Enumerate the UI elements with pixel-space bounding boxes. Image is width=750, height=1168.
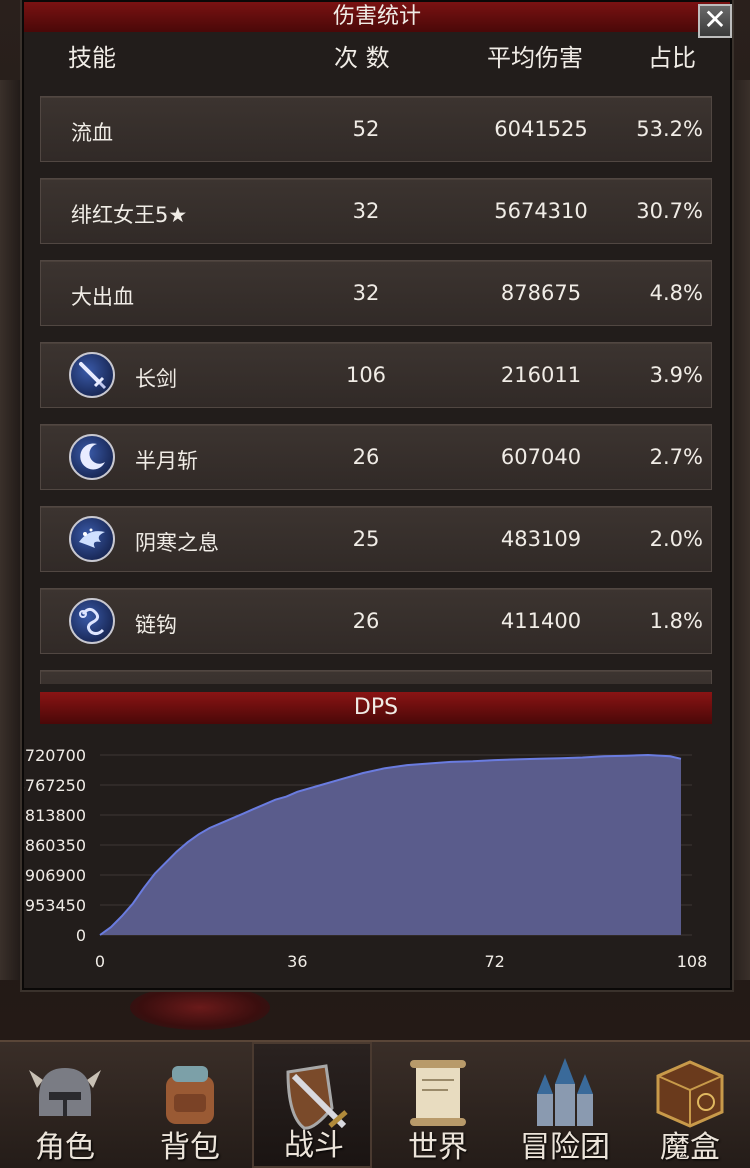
sword-skill-icon [69,352,115,398]
skill-percent: 3.9% [649,363,703,387]
nav-label: 冒险团 [520,1130,610,1165]
nav-label: 战斗 [284,1128,344,1163]
dps-title: DPS [40,692,712,724]
skill-avg-damage: 6041525 [494,117,588,141]
dps-chart: 5720700 4767250 3813800 2860350 1906900 95345… [24,746,708,971]
skill-avg-damage: 607040 [500,445,582,469]
skill-name: 长剑 [135,367,177,391]
damage-list[interactable]: 流血 52 6041525 53.2% 绯红女王5★ 32 5674310 30… [40,96,712,684]
x-tick-label: 36 [287,952,307,971]
table-row: 长剑 106 216011 3.9% [40,342,712,408]
x-tick-label: 0 [95,952,105,971]
skill-avg-damage: 483109 [500,527,582,551]
table-row: 大出血 32 878675 4.8% [40,260,712,326]
header-percent: 占比 [648,44,696,72]
skill-name: 流血 [71,121,113,145]
skill-avg-damage: 411400 [500,609,582,633]
nav-label: 世界 [408,1130,468,1165]
nav-inventory[interactable]: 背包 [130,1042,250,1168]
skill-percent: 1.8% [649,609,703,633]
skill-name: 绯红女王5★ [71,203,188,227]
skill-avg-damage: 5674310 [494,199,588,223]
nav-label: 魔盒 [660,1130,720,1165]
y-tick-label: 2860350 [24,836,86,855]
table-row: 链钩 26 411400 1.8% [40,588,712,654]
crescent-slash-icon [69,434,115,480]
y-tick-label: 3813800 [24,806,86,825]
skill-count: 106 [345,363,387,387]
y-tick-label: 0 [76,926,86,945]
skill-count: 52 [352,117,380,141]
table-row: 绯红女王5★ 32 5674310 30.7% [40,178,712,244]
dps-area-series [100,755,681,935]
skill-avg-damage: 878675 [500,281,582,305]
y-tick-label: 953450 [25,896,86,915]
x-tick-label: 108 [677,952,708,971]
table-row: 阴寒之息 25 483109 2.0% [40,506,712,572]
table-header: 技能 次 数 平均伤害 占比 [24,38,730,74]
skill-count: 26 [352,609,380,633]
skill-name: 链钩 [135,613,177,637]
skill-percent: 2.0% [649,527,703,551]
skill-name: 阴寒之息 [135,531,219,555]
damage-stats-panel: 伤害统计 ✕ 技能 次 数 平均伤害 占比 流血 52 6041525 53.2… [22,0,732,990]
nav-label: 背包 [160,1130,220,1165]
skill-avg-damage: 216011 [500,363,582,387]
background-ornament [130,985,270,1030]
nav-magic-box[interactable]: 魔盒 [630,1042,750,1168]
skill-count: 25 [352,527,380,551]
skill-count: 32 [352,199,380,223]
y-tick-label: 4767250 [24,776,86,795]
header-avg-damage: 平均伤害 [487,44,583,72]
chain-hook-icon [69,598,115,644]
table-row: 半月斩 26 607040 2.7% [40,424,712,490]
skill-percent: 4.8% [649,281,703,305]
panel-title: 伤害统计 [24,2,730,32]
table-row [40,670,712,684]
header-count: 次 数 [334,44,390,72]
y-tick-label: 5720700 [24,746,86,765]
frost-breath-icon [69,516,115,562]
skill-percent: 2.7% [649,445,703,469]
skill-name: 大出血 [71,285,134,309]
y-tick-label: 1906900 [24,866,86,885]
nav-label: 角色 [35,1130,95,1165]
nav-world[interactable]: 世界 [378,1042,498,1168]
skill-count: 26 [352,445,380,469]
skill-count: 32 [352,281,380,305]
header-skill: 技能 [68,44,116,72]
nav-character[interactable]: 角色 [5,1042,125,1168]
table-row: 流血 52 6041525 53.2% [40,96,712,162]
nav-battle[interactable]: 战斗 [252,1042,372,1168]
bottom-nav: 角色 背包 战斗 世界 冒险团 魔盒 [0,1040,750,1168]
x-tick-label: 72 [484,952,504,971]
skill-name: 半月斩 [135,449,198,473]
close-button[interactable]: ✕ [698,4,732,38]
nav-adventure-team[interactable]: 冒险团 [505,1042,625,1168]
skill-percent: 53.2% [636,117,703,141]
skill-percent: 30.7% [636,199,703,223]
